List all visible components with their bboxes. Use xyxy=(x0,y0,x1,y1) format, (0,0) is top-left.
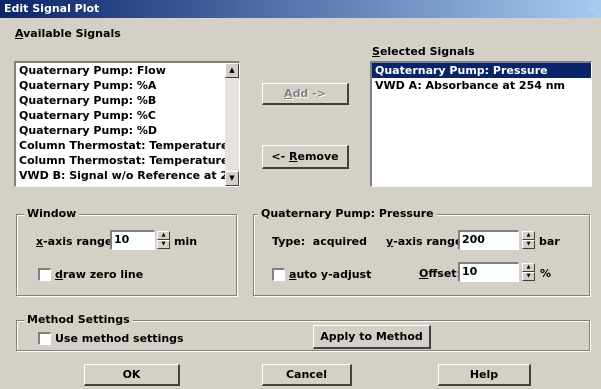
available-signals-list[interactable]: Quaternary Pump: Flow Quaternary Pump: %A… xyxy=(14,61,240,187)
selected-signals-list[interactable]: Quaternary Pump: Pressure VWD A: Absorban… xyxy=(370,61,592,187)
help-button[interactable]: Help xyxy=(438,364,531,386)
auto-y-adjust-label[interactable]: auto y-adjust xyxy=(289,268,371,281)
list-item[interactable]: Quaternary Pump: %C xyxy=(16,108,224,123)
type-label: Type: acquired xyxy=(272,235,367,248)
list-item[interactable]: Quaternary Pump: Flow xyxy=(16,63,224,78)
spin-up-icon[interactable]: ▲ xyxy=(522,231,535,240)
x-axis-range-input[interactable]: 10 xyxy=(110,230,155,250)
offset-spinner[interactable]: ▲ ▼ xyxy=(522,263,535,282)
scroll-down-icon[interactable]: ▼ xyxy=(225,171,239,186)
ok-button[interactable]: OK xyxy=(84,364,180,386)
x-axis-range-unit: min xyxy=(174,235,198,248)
title-bar: Edit Signal Plot × xyxy=(0,0,601,18)
list-item[interactable]: Quaternary Pump: %D xyxy=(16,123,224,138)
offset-label: Offset: xyxy=(419,267,461,280)
available-scrollbar[interactable]: ▲ ▼ xyxy=(225,63,239,186)
available-signals-label: Available Signals xyxy=(15,27,121,40)
method-settings-legend: Method Settings xyxy=(24,313,133,326)
offset-unit: % xyxy=(540,267,552,280)
window-group xyxy=(16,214,237,296)
close-icon[interactable]: × xyxy=(585,2,599,15)
selected-signals-label: Selected Signals xyxy=(372,45,475,58)
list-item[interactable]: Quaternary Pump: Pressure xyxy=(372,63,591,78)
signal-group xyxy=(253,214,590,296)
list-item[interactable]: Column Thermostat: Temperature (righ xyxy=(16,153,239,168)
list-item[interactable]: Quaternary Pump: %A xyxy=(16,78,224,93)
window-group-legend: Window xyxy=(24,207,80,220)
auto-y-adjust-checkbox[interactable] xyxy=(272,268,285,281)
apply-to-method-button[interactable]: Apply to Method xyxy=(313,325,431,349)
spin-down-icon[interactable]: ▼ xyxy=(522,240,535,249)
y-axis-range-unit: bar xyxy=(539,235,560,248)
spin-up-icon[interactable]: ▲ xyxy=(157,231,170,240)
y-axis-range-input[interactable]: 200 xyxy=(458,230,519,250)
draw-zero-line-checkbox[interactable] xyxy=(38,268,51,281)
signal-group-legend: Quaternary Pump: Pressure xyxy=(258,207,437,220)
remove-button[interactable]: <- Remove xyxy=(262,145,349,169)
list-item[interactable]: Column Thermostat: Temperature (left xyxy=(16,138,239,153)
spin-down-icon[interactable]: ▼ xyxy=(522,272,535,281)
y-axis-range-label: y-axis range: xyxy=(386,235,467,248)
x-axis-range-label: x-axis range: xyxy=(36,235,117,248)
type-value: acquired xyxy=(312,235,367,248)
offset-input[interactable]: 10 xyxy=(458,262,519,282)
draw-zero-line-label[interactable]: draw zero line xyxy=(55,268,143,281)
scroll-up-icon[interactable]: ▲ xyxy=(225,63,239,78)
list-item[interactable]: VWD B: Signal w/o Reference at 254 xyxy=(16,168,239,183)
spin-down-icon[interactable]: ▼ xyxy=(157,240,170,249)
use-method-settings-label[interactable]: Use method settings xyxy=(55,332,184,345)
add-button[interactable]: Add -> xyxy=(262,83,349,105)
spin-up-icon[interactable]: ▲ xyxy=(522,263,535,272)
use-method-settings-checkbox[interactable] xyxy=(38,332,51,345)
list-item[interactable]: VWD A: Absorbance at 254 nm xyxy=(372,78,591,93)
cancel-button[interactable]: Cancel xyxy=(262,364,352,386)
list-item[interactable]: Quaternary Pump: %B xyxy=(16,93,224,108)
x-axis-range-spinner[interactable]: ▲ ▼ xyxy=(157,231,170,250)
y-axis-range-spinner[interactable]: ▲ ▼ xyxy=(522,231,535,250)
window-title: Edit Signal Plot xyxy=(4,2,100,15)
